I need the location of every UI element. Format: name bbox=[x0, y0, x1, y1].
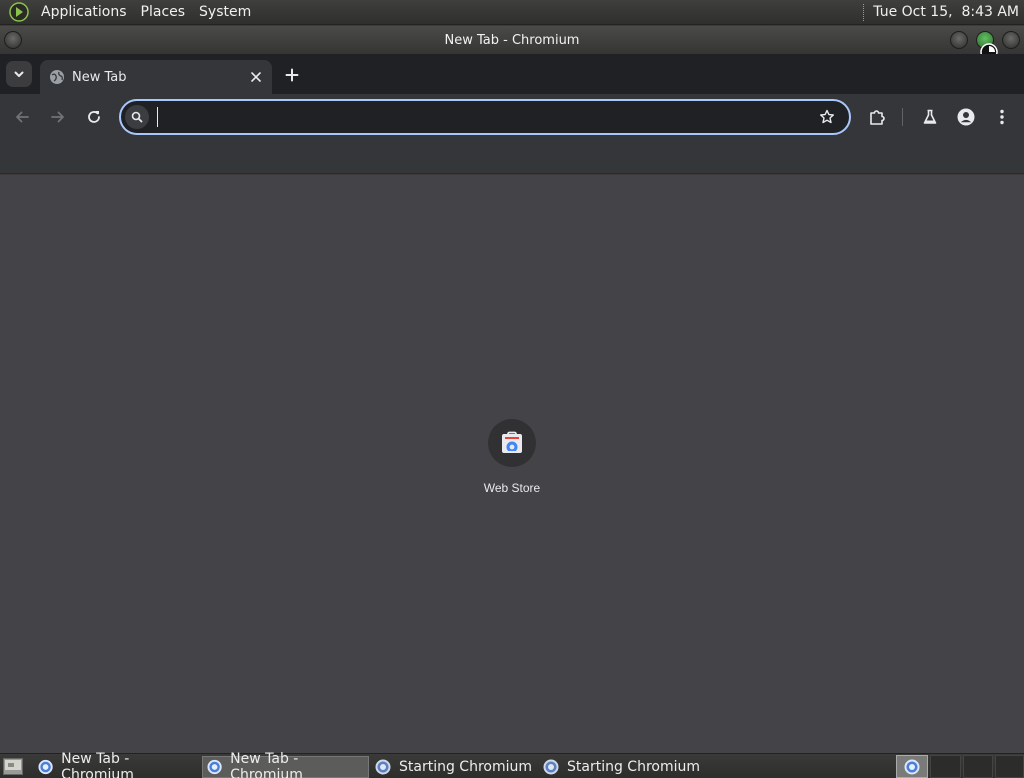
address-input[interactable] bbox=[155, 106, 805, 128]
chromium-icon bbox=[543, 759, 559, 775]
taskbar-item[interactable]: Starting Chromium bbox=[371, 756, 536, 778]
plus-icon bbox=[285, 68, 299, 82]
tab-new-tab[interactable]: New Tab bbox=[40, 60, 272, 94]
taskbar-item-label: Starting Chromium bbox=[567, 759, 700, 775]
workspace-2[interactable] bbox=[930, 755, 961, 778]
labs-button[interactable] bbox=[918, 105, 942, 129]
clock[interactable]: Tue Oct 15, 8:43 AM bbox=[873, 4, 1019, 20]
web-store-icon bbox=[502, 431, 522, 453]
taskbar-item-label: Starting Chromium bbox=[399, 759, 532, 775]
menu-places[interactable]: Places bbox=[134, 0, 193, 25]
shortcut-icon-container bbox=[488, 419, 536, 467]
search-icon bbox=[125, 105, 149, 129]
person-icon bbox=[957, 108, 975, 126]
chromium-icon bbox=[38, 759, 53, 775]
top-panel: Applications Places System Tue Oct 15, 8… bbox=[0, 0, 1024, 25]
taskbar-item-active[interactable]: New Tab - Chromium bbox=[202, 751, 369, 778]
close-window-button[interactable] bbox=[1002, 31, 1020, 49]
bookmark-star-button[interactable] bbox=[817, 107, 837, 127]
flask-icon bbox=[923, 109, 937, 124]
workspace-1[interactable] bbox=[896, 755, 928, 778]
menu-applications[interactable]: Applications bbox=[34, 0, 134, 25]
address-bar[interactable] bbox=[119, 99, 851, 135]
toolbar-divider bbox=[902, 108, 903, 126]
show-desktop-icon[interactable] bbox=[3, 758, 23, 775]
globe-icon bbox=[50, 70, 64, 84]
chromium-icon bbox=[904, 759, 920, 774]
back-button[interactable] bbox=[10, 105, 34, 129]
new-tab-button[interactable] bbox=[280, 63, 304, 87]
taskbar-item[interactable]: New Tab - Chromium bbox=[34, 751, 199, 778]
chrome-menu-button[interactable] bbox=[990, 105, 1014, 129]
arrow-left-icon bbox=[16, 111, 29, 123]
distro-logo-icon[interactable] bbox=[8, 1, 30, 23]
bookmarks-bar bbox=[0, 140, 1024, 174]
shortcut-label: Web Store bbox=[483, 481, 541, 495]
reload-button[interactable] bbox=[82, 105, 106, 129]
taskbar-item-label: New Tab - Chromium bbox=[61, 751, 134, 778]
chromium-icon bbox=[207, 759, 222, 775]
close-icon bbox=[251, 72, 261, 82]
reload-icon bbox=[88, 111, 100, 123]
profile-button[interactable] bbox=[954, 105, 978, 129]
panel-separator bbox=[863, 3, 865, 21]
browser-toolbar bbox=[0, 94, 1024, 140]
workspace-3[interactable] bbox=[963, 755, 993, 778]
kebab-menu-icon bbox=[1000, 109, 1004, 125]
window-menu-button[interactable] bbox=[4, 31, 22, 49]
tab-close-button[interactable] bbox=[246, 67, 266, 87]
new-tab-page: Web Store bbox=[0, 175, 1024, 753]
tab-search-button[interactable] bbox=[6, 61, 32, 87]
text-caret bbox=[157, 107, 158, 127]
forward-button[interactable] bbox=[46, 105, 70, 129]
tab-title: New Tab bbox=[72, 69, 127, 85]
arrow-right-icon bbox=[51, 111, 64, 123]
minimize-button[interactable] bbox=[950, 31, 968, 49]
tab-strip: New Tab bbox=[0, 54, 1024, 94]
star-icon bbox=[820, 109, 834, 124]
window-title: New Tab - Chromium bbox=[444, 32, 580, 48]
chromium-icon bbox=[375, 759, 391, 775]
taskbar-item[interactable]: Starting Chromium bbox=[539, 756, 704, 778]
menu-system[interactable]: System bbox=[192, 0, 258, 25]
taskbar-item-label: New Tab - Chromium bbox=[230, 751, 303, 778]
chevron-down-icon bbox=[14, 71, 24, 77]
window-titlebar[interactable]: New Tab - Chromium bbox=[0, 26, 1024, 54]
puzzle-icon bbox=[870, 110, 885, 125]
workspace-4[interactable] bbox=[995, 755, 1024, 778]
bottom-taskbar: New Tab - Chromium New Tab - Chromium St… bbox=[0, 751, 1024, 778]
extensions-button[interactable] bbox=[865, 105, 889, 129]
shortcut-web-store[interactable]: Web Store bbox=[472, 419, 552, 501]
